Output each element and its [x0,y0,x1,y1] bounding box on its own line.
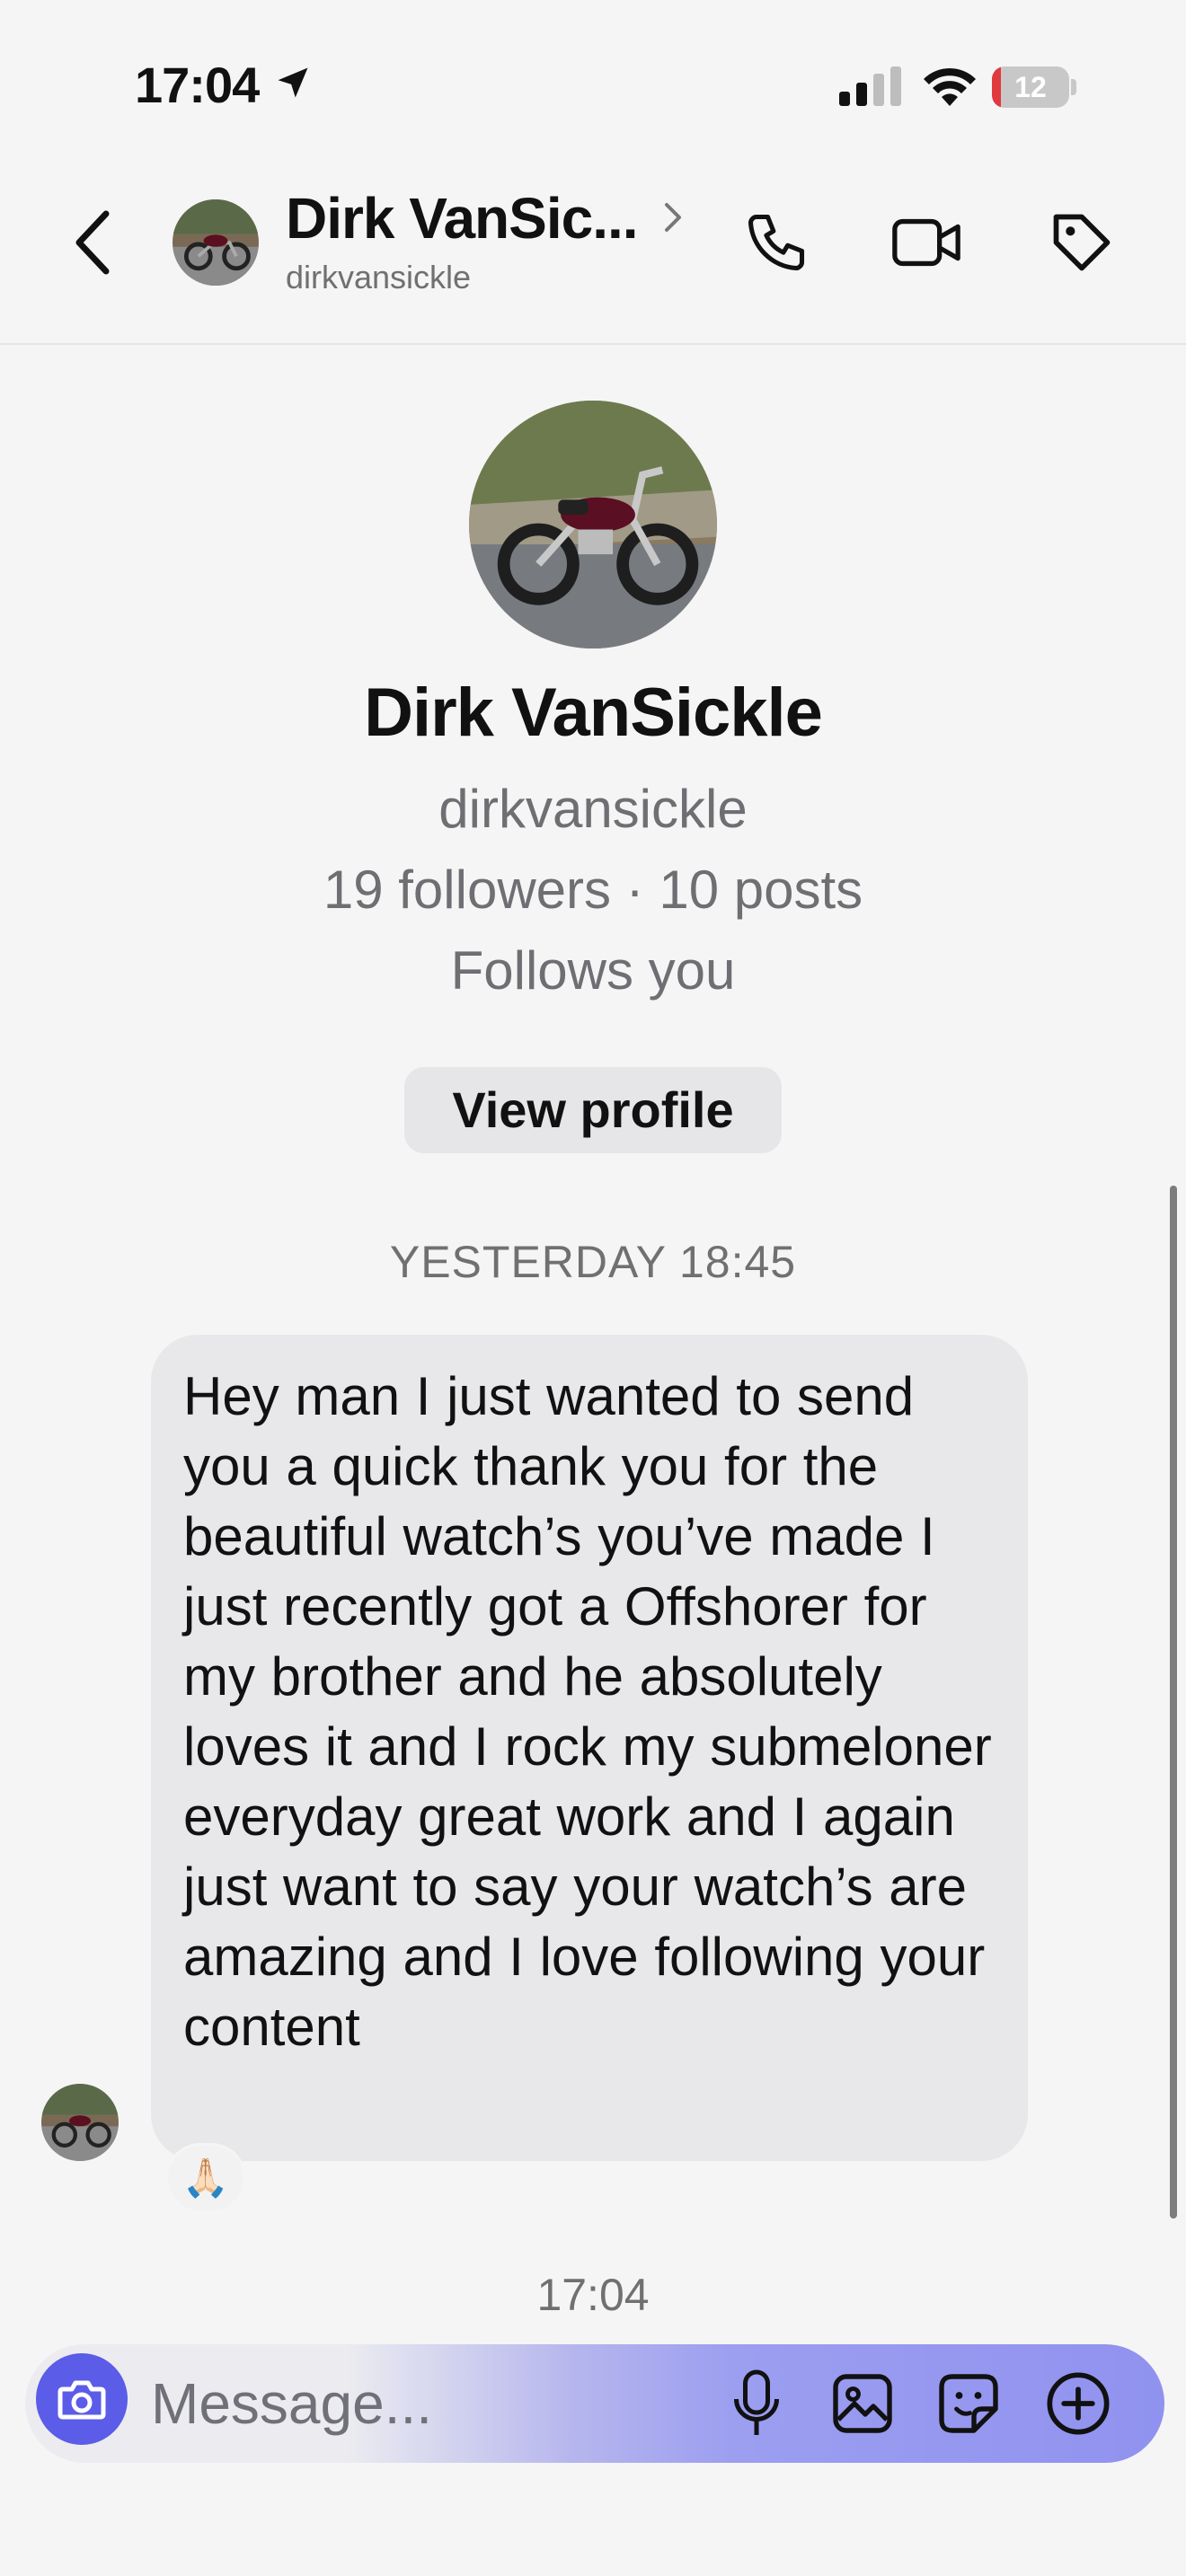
camera-icon [58,2380,106,2420]
back-icon[interactable] [70,208,119,277]
video-camera-icon[interactable] [890,210,963,275]
battery-percent: 12 [1014,71,1047,103]
message-text: Hey man I just wanted to send you a quic… [183,1366,992,2057]
tag-icon[interactable] [1048,208,1116,277]
view-profile-button[interactable]: View profile [404,1067,782,1153]
message-sender-avatar[interactable] [41,2084,119,2161]
profile-username: dirkvansickle [438,779,748,839]
motorcycle-photo-icon [469,401,717,648]
gallery-icon[interactable] [830,2371,895,2436]
avatar[interactable] [173,199,259,286]
time-separator: 17:04 [536,2270,650,2320]
message-input[interactable] [151,2362,654,2445]
wifi-icon [924,67,976,106]
microphone-icon[interactable] [730,2368,783,2439]
scrollbar[interactable] [1170,1186,1177,2219]
profile-avatar[interactable] [469,401,717,648]
follows-you-label: Follows you [450,940,736,1001]
motorcycle-photo-icon [41,2084,119,2161]
camera-button[interactable] [36,2353,128,2445]
profile-stats: 19 followers · 10 posts [323,860,863,920]
cellular-signal-icon [839,66,901,106]
chat-username: dirkvansickle [286,259,472,296]
add-icon[interactable] [1044,2369,1112,2438]
phone-icon[interactable] [742,208,810,277]
location-arrow-icon [278,67,308,98]
sticker-icon[interactable] [936,2371,1001,2436]
message-reaction[interactable]: 🙏🏻 [165,2143,246,2213]
chat-title[interactable]: Dirk VanSic... [286,185,639,251]
message-bubble[interactable]: Hey man I just wanted to send you a quic… [151,1335,1028,2161]
date-separator: YESTERDAY 18:45 [389,1237,797,1287]
battery-icon: 12 [992,66,1078,108]
chevron-right-icon[interactable] [659,199,686,235]
profile-name: Dirk VanSickle [364,675,823,751]
status-time: 17:04 [135,57,260,113]
motorcycle-photo-icon [173,199,259,286]
